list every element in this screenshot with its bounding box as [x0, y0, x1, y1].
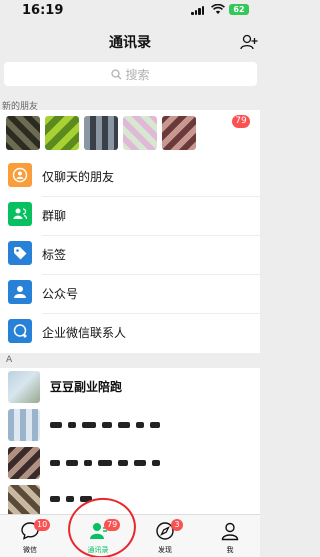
- official-account-icon: [8, 280, 32, 304]
- status-time: 16:19: [22, 3, 64, 18]
- new-friends-badge: 79: [232, 115, 250, 128]
- avatar: [8, 447, 40, 479]
- new-friend-avatar[interactable]: [123, 116, 157, 150]
- list-item-label: 企业微信联系人: [42, 326, 127, 340]
- person-icon: [221, 522, 239, 541]
- new-friend-avatar[interactable]: [162, 116, 196, 150]
- tab-label: 我: [226, 546, 234, 554]
- tab-badge: 3: [171, 519, 183, 531]
- search-icon: [111, 68, 122, 79]
- page-title: 通讯录: [109, 35, 151, 51]
- tab-discover[interactable]: 3 发现: [135, 515, 195, 557]
- list-item-label: 群聊: [42, 209, 67, 223]
- status-bar: 16:19 62: [0, 0, 260, 22]
- list-item-work-contacts[interactable]: 企业微信联系人: [0, 314, 260, 353]
- tab-label: 微信: [23, 546, 37, 554]
- new-friends-row[interactable]: 79: [0, 110, 260, 158]
- tab-me[interactable]: 我: [200, 515, 260, 557]
- list-item-contact[interactable]: [0, 406, 260, 444]
- tab-label: 发现: [158, 546, 172, 554]
- new-friend-avatar[interactable]: [84, 116, 118, 150]
- list-item-official-accounts[interactable]: 公众号: [0, 275, 260, 314]
- contact-list: 豆豆副业陪跑: [0, 368, 260, 517]
- search-input[interactable]: 搜索: [4, 62, 257, 86]
- tab-chats[interactable]: 10 微信: [0, 515, 60, 557]
- list-item-label: 公众号: [42, 287, 79, 301]
- tab-badge: 10: [34, 519, 51, 531]
- work-chat-icon: [8, 319, 32, 343]
- new-friend-avatar[interactable]: [6, 116, 40, 150]
- tag-icon: [8, 241, 32, 265]
- list-item-contact[interactable]: 豆豆副业陪跑: [0, 368, 260, 406]
- list-item-group-chats[interactable]: 群聊: [0, 197, 260, 236]
- function-list: 仅聊天的朋友 群聊 标签 公众号 企业微信联系人: [0, 158, 260, 353]
- header: 通讯录: [0, 24, 260, 58]
- group-icon: [8, 202, 32, 226]
- new-friend-avatar[interactable]: [45, 116, 79, 150]
- avatar: [8, 371, 40, 403]
- section-index-letter: A: [6, 355, 13, 365]
- list-item-tags[interactable]: 标签: [0, 236, 260, 275]
- list-item-label: 标签: [42, 248, 67, 262]
- person-chat-icon: [8, 163, 32, 187]
- list-item-chat-only-friends[interactable]: 仅聊天的朋友: [0, 158, 260, 197]
- contact-name: 豆豆副业陪跑: [50, 380, 123, 394]
- wifi-icon: [211, 4, 225, 14]
- list-item-label: 仅聊天的朋友: [42, 170, 115, 184]
- add-contact-icon[interactable]: [240, 34, 258, 50]
- avatar: [8, 409, 40, 441]
- signal-icon: [191, 6, 205, 15]
- avatar: [8, 485, 40, 517]
- search-placeholder: 搜索: [125, 67, 150, 82]
- list-item-contact[interactable]: [0, 444, 260, 482]
- battery-icon: 62: [229, 4, 249, 15]
